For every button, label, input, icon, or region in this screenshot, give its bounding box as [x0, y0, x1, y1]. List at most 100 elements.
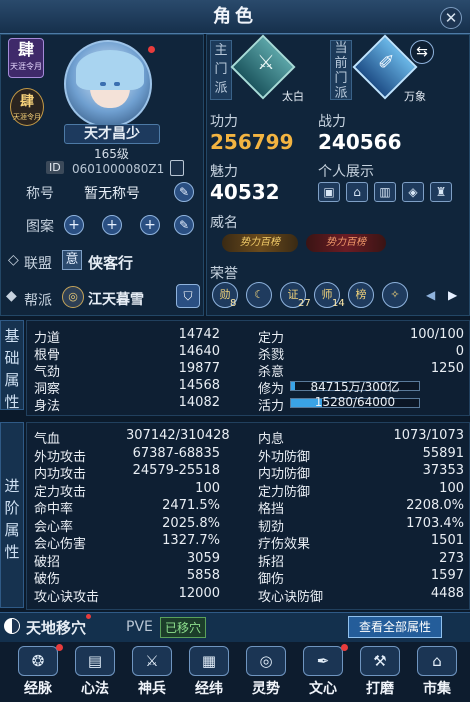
attr-value: 1597: [430, 568, 464, 583]
id-value: 0601000080Z1: [72, 162, 165, 176]
nav-brush-button[interactable]: ✒: [303, 646, 343, 676]
display-4-icon[interactable]: ◈: [402, 182, 424, 202]
sword-icon: ⚔: [145, 652, 159, 670]
close-icon[interactable]: ✕: [440, 7, 462, 29]
advanced-attr-side-label: 进阶属性: [0, 422, 24, 608]
kungfu-label: 功力: [210, 114, 238, 130]
hammer-icon: ⚒: [373, 652, 387, 670]
rank-badge-small-sub: 天涯令月: [13, 113, 41, 121]
add-pattern-1-icon[interactable]: +: [64, 215, 84, 235]
attr-value: 100: [439, 480, 464, 496]
attr-name: 命中率: [34, 502, 74, 517]
charm-value: 40532: [210, 180, 280, 204]
attr-value: 84715万/300亿: [310, 380, 400, 394]
taiji-icon: [4, 618, 20, 634]
rank-badge[interactable]: 肆 天涯令月: [8, 38, 44, 78]
charm-label: 魅力: [210, 164, 238, 180]
attr-value: 14568: [178, 378, 220, 393]
display-3-icon[interactable]: ▥: [374, 182, 396, 202]
nav-label: 打磨: [366, 681, 394, 697]
attr-value: 1501: [430, 533, 464, 548]
nav-grid-button[interactable]: ▦: [189, 646, 229, 676]
power-label: 战力: [318, 114, 346, 130]
advanced-attr-rows: 气血 307142/310428 外功攻击 67387-68835 内功攻击 24579-…: [26, 422, 470, 610]
attr-value: 19877: [178, 361, 220, 376]
fame-tag-2[interactable]: 势力百榜: [306, 234, 386, 252]
alliance-value[interactable]: 侠客行: [88, 252, 133, 273]
edit-pattern-icon[interactable]: ✎: [174, 215, 194, 235]
attr-value: 5858: [186, 568, 220, 583]
rank-badge-small[interactable]: 肆 天涯令月: [10, 88, 44, 126]
attr-value: 307142/310428: [126, 428, 230, 443]
nav-swirl-button[interactable]: ◎: [246, 646, 286, 676]
honor-medal-icon[interactable]: ☾: [246, 282, 272, 308]
title-bar: 角色: [0, 0, 470, 34]
nav-hammer-button[interactable]: ⚒: [360, 646, 400, 676]
attr-value: 4488: [430, 585, 464, 601]
attr-value: 2025.8%: [162, 515, 220, 531]
nav-meridian-button[interactable]: ❂: [18, 646, 58, 676]
attr-name: 攻心诀攻击: [34, 589, 100, 605]
display-2-icon[interactable]: ⌂: [346, 182, 368, 202]
attr-name: 韧劲: [258, 519, 285, 535]
edit-title-icon[interactable]: ✎: [174, 182, 194, 202]
market-icon: ⌂: [432, 652, 442, 670]
guild-diamond-icon: ◆: [6, 288, 17, 304]
view-all-attributes-button[interactable]: 查看全部属性: [348, 616, 442, 638]
skill-name: 天地移穴: [26, 619, 87, 637]
nav-label: 经脉: [24, 681, 52, 697]
rank-badge-small-glyph: 肆: [20, 94, 34, 110]
alliance-label: 联盟: [24, 256, 52, 272]
honor-list: 勋 8 ☾ 证 27 师 14 榜 ✧: [212, 282, 452, 312]
attr-name: 格挡: [258, 502, 285, 517]
attr-name: 身法: [34, 399, 61, 414]
attr-name: 气血: [34, 432, 61, 447]
honor-guild-icon[interactable]: ⛉: [176, 284, 200, 308]
attr-name: 内功防御: [258, 467, 311, 482]
honor-medal-icon[interactable]: 榜: [348, 282, 374, 308]
attr-value: 55891: [422, 445, 464, 461]
title-label: 称号: [26, 186, 54, 202]
attr-value: 14640: [178, 344, 220, 359]
nav-notice-dot: [56, 644, 63, 651]
attr-name: 会心率: [34, 519, 74, 535]
display-5-icon[interactable]: ♜: [430, 182, 452, 202]
guild-label: 帮派: [24, 293, 52, 309]
attr-name: 内功攻击: [34, 467, 87, 482]
attr-name: 攻心诀防御: [258, 589, 324, 605]
fame-label: 威名: [210, 215, 238, 231]
avatar[interactable]: [64, 40, 152, 128]
basic-attr-rows: 力道 14742 根骨 14640 气劲 19877 洞察 14568 身法 14082 定力 100…: [26, 320, 470, 416]
attr-name: 外功防御: [258, 449, 311, 465]
attr-name: 外功攻击: [34, 449, 87, 465]
display-1-icon[interactable]: ▣: [318, 182, 340, 202]
swirl-icon: ◎: [259, 652, 273, 670]
attr-value: 37353: [422, 463, 464, 478]
attr-value: 273: [439, 550, 464, 566]
current-sect-brush-icon: ✐: [378, 50, 395, 74]
title-value: 暂无称号: [84, 186, 140, 202]
attr-name: 疗伤效果: [258, 537, 311, 552]
rank-badge-glyph: 肆: [17, 40, 34, 59]
avatar-notice-dot: [148, 46, 155, 53]
attr-name: 破招: [34, 554, 61, 570]
guild-value[interactable]: 江天暮雪: [88, 289, 144, 309]
copy-icon[interactable]: [170, 160, 184, 176]
attr-name: 会心伤害: [34, 537, 87, 552]
attr-name: 内息: [258, 432, 285, 447]
add-pattern-2-icon[interactable]: +: [102, 215, 122, 235]
switch-sect-icon[interactable]: ⇆: [410, 40, 434, 64]
add-pattern-3-icon[interactable]: +: [140, 215, 160, 235]
attr-name: 活力: [258, 399, 285, 414]
nav-market-button[interactable]: ⌂: [417, 646, 457, 676]
honor-prev-icon[interactable]: ◀: [426, 288, 435, 302]
id-label: ID: [46, 161, 64, 174]
fame-tag-1[interactable]: 势力百榜: [222, 234, 298, 252]
nav-sword-button[interactable]: ⚔: [132, 646, 172, 676]
nav-label: 经纬: [195, 681, 223, 697]
nav-scroll-button[interactable]: ▤: [75, 646, 115, 676]
honor-next-icon[interactable]: ▶: [448, 288, 457, 302]
attr-name: 破伤: [34, 572, 61, 587]
honor-medal-icon[interactable]: ✧: [382, 282, 408, 308]
attr-value: 15280/64000: [314, 395, 396, 409]
